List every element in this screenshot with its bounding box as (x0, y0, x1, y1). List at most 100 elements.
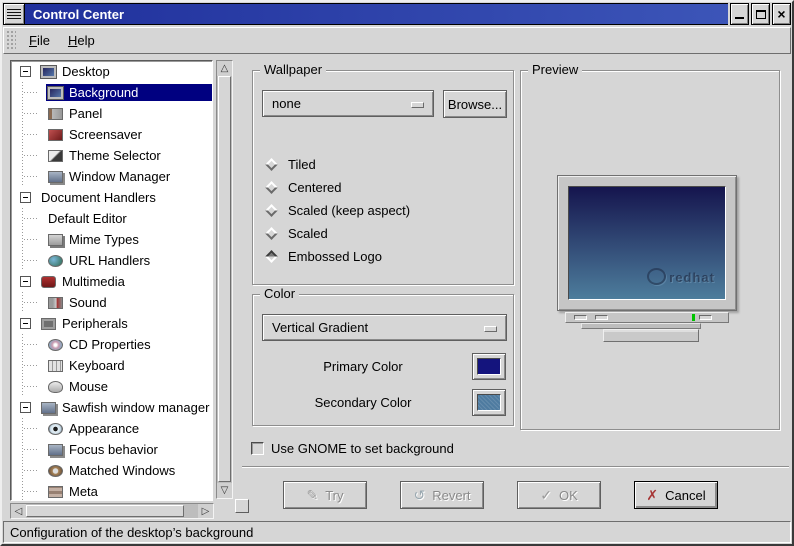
radio-unselected-icon[interactable] (265, 227, 278, 240)
tree-item-matched-windows[interactable]: Matched Windows (11, 460, 212, 481)
menu-help[interactable]: Help (59, 29, 104, 52)
tree-item-desktop[interactable]: Desktop (11, 61, 212, 82)
button-label: Try (325, 487, 344, 503)
expander-minus-icon[interactable] (20, 402, 31, 413)
tree-item-window-manager[interactable]: Window Manager (11, 166, 212, 187)
tree-item-content: Mime Types (46, 231, 212, 248)
maximize-button[interactable] (751, 3, 770, 25)
tree-connector (20, 292, 46, 313)
close-button[interactable]: × (772, 3, 791, 25)
radio-tiled[interactable]: Tiled (265, 156, 316, 173)
scroll-down-icon[interactable]: ▽ (217, 483, 232, 498)
tree-item-multimedia[interactable]: Multimedia (11, 271, 212, 292)
monitor-base (565, 312, 729, 323)
revert-icon (413, 488, 425, 502)
monitor-button (574, 315, 587, 320)
expander-minus-icon[interactable] (20, 276, 31, 287)
tree-item-screensaver[interactable]: Screensaver (11, 124, 212, 145)
tree-item-default-editor[interactable]: Default Editor (11, 208, 212, 229)
radio-label: Embossed Logo (288, 249, 382, 264)
tree-item-mime-types[interactable]: Mime Types (11, 229, 212, 250)
titlebar: Control Center × (3, 3, 791, 25)
radio-label: Scaled (keep aspect) (288, 203, 411, 218)
tree-item-sawfish-window-manager[interactable]: Sawfish window manager (11, 397, 212, 418)
pane-resize-grip[interactable] (235, 499, 249, 513)
use-gnome-checkbox-row[interactable]: Use GNOME to set background (251, 441, 454, 456)
titlebar-drag-area[interactable]: Control Center (25, 3, 728, 25)
menu-file[interactable]: File (20, 29, 59, 52)
try-button[interactable]: Try (283, 481, 367, 509)
horizontal-scrollbar-thumb[interactable] (26, 505, 184, 517)
radio-embossed-logo[interactable]: Embossed Logo (265, 248, 382, 265)
radio-centered[interactable]: Centered (265, 179, 341, 196)
tree-item-meta[interactable]: Meta (11, 481, 212, 500)
use-gnome-checkbox[interactable] (251, 442, 264, 455)
primary-color-swatch (477, 358, 501, 375)
color-frame: Color Vertical Gradient Primary Color Se… (252, 286, 514, 426)
radio-label: Tiled (288, 157, 316, 172)
minimize-button[interactable] (730, 3, 749, 25)
tree-item-content: Sound (46, 294, 212, 311)
vertical-scrollbar-thumb[interactable] (218, 76, 231, 482)
radio-scaled-keep-aspect[interactable]: Scaled (keep aspect) (265, 202, 410, 219)
tree-horizontal-scrollbar[interactable]: ◁ ▷ (10, 503, 214, 519)
primary-color-button[interactable] (472, 353, 506, 380)
tree-item-background[interactable]: Background (11, 82, 212, 103)
menubar-grip-handle[interactable] (6, 30, 16, 51)
monitor-button (699, 315, 712, 320)
tree-item-content: Keyboard (46, 357, 212, 374)
tree-item-label: Mime Types (69, 232, 139, 247)
mime-types-icon (48, 233, 63, 246)
tree-item-label: Sawfish window manager (62, 400, 210, 415)
tree-item-appearance[interactable]: Appearance (11, 418, 212, 439)
cancel-button[interactable]: Cancel (634, 481, 718, 509)
use-gnome-label: Use GNOME to set background (271, 441, 454, 456)
option-menu-indicator-icon (484, 326, 497, 332)
revert-button[interactable]: Revert (400, 481, 484, 509)
radio-unselected-icon[interactable] (265, 181, 278, 194)
tree-item-peripherals[interactable]: Peripherals (11, 313, 212, 334)
radio-scaled[interactable]: Scaled (265, 225, 328, 242)
expander-minus-icon[interactable] (20, 66, 31, 77)
tree-item-label: Sound (69, 295, 107, 310)
tree-vertical-scrollbar[interactable]: △ ▽ (216, 60, 233, 499)
wallpaper-file-dropdown[interactable]: none (262, 90, 434, 117)
tree-item-label: CD Properties (69, 337, 151, 352)
tree-item-cd-properties[interactable]: CD Properties (11, 334, 212, 355)
tree-item-document-handlers[interactable]: Document Handlers (11, 187, 212, 208)
tree-connector (20, 250, 46, 271)
statusbar: Configuration of the desktop’s backgroun… (3, 521, 791, 543)
window-menu-button[interactable] (3, 3, 25, 25)
tree-item-theme-selector[interactable]: Theme Selector (11, 145, 212, 166)
expander-minus-icon[interactable] (20, 318, 31, 329)
preview-monitor: redhat (557, 175, 737, 311)
window-title: Control Center (33, 6, 124, 22)
tree-item-panel[interactable]: Panel (11, 103, 212, 124)
tree-item-label: Keyboard (69, 358, 125, 373)
tree-connector (20, 418, 46, 439)
category-tree: Desktop Background Panel Screensaver Theme S… (10, 60, 213, 501)
scroll-left-icon[interactable]: ◁ (11, 504, 26, 518)
tree-item-label: Matched Windows (69, 463, 176, 478)
scroll-right-icon[interactable]: ▷ (198, 504, 213, 518)
secondary-color-button[interactable] (472, 389, 506, 416)
tree-item-sound[interactable]: Sound (11, 292, 212, 313)
radio-unselected-icon[interactable] (265, 158, 278, 171)
tree-item-mouse[interactable]: Mouse (11, 376, 212, 397)
tree-item-keyboard[interactable]: Keyboard (11, 355, 212, 376)
browse-button[interactable]: Browse... (443, 90, 507, 118)
radio-selected-icon[interactable] (265, 250, 278, 263)
tree-connector (20, 166, 46, 187)
expander-minus-icon[interactable] (20, 192, 31, 203)
ok-button[interactable]: OK (517, 481, 601, 509)
panel-icon (48, 107, 63, 120)
tree-item-focus-behavior[interactable]: Focus behavior (11, 439, 212, 460)
tree-item-content: Document Handlers (39, 189, 212, 206)
tree-item-url-handlers[interactable]: URL Handlers (11, 250, 212, 271)
tree-item-label: Multimedia (62, 274, 125, 289)
sawfish-icon (41, 401, 56, 414)
gradient-type-dropdown[interactable]: Vertical Gradient (262, 314, 507, 341)
tree-item-label: Desktop (62, 64, 110, 79)
scroll-up-icon[interactable]: △ (217, 61, 232, 76)
radio-unselected-icon[interactable] (265, 204, 278, 217)
